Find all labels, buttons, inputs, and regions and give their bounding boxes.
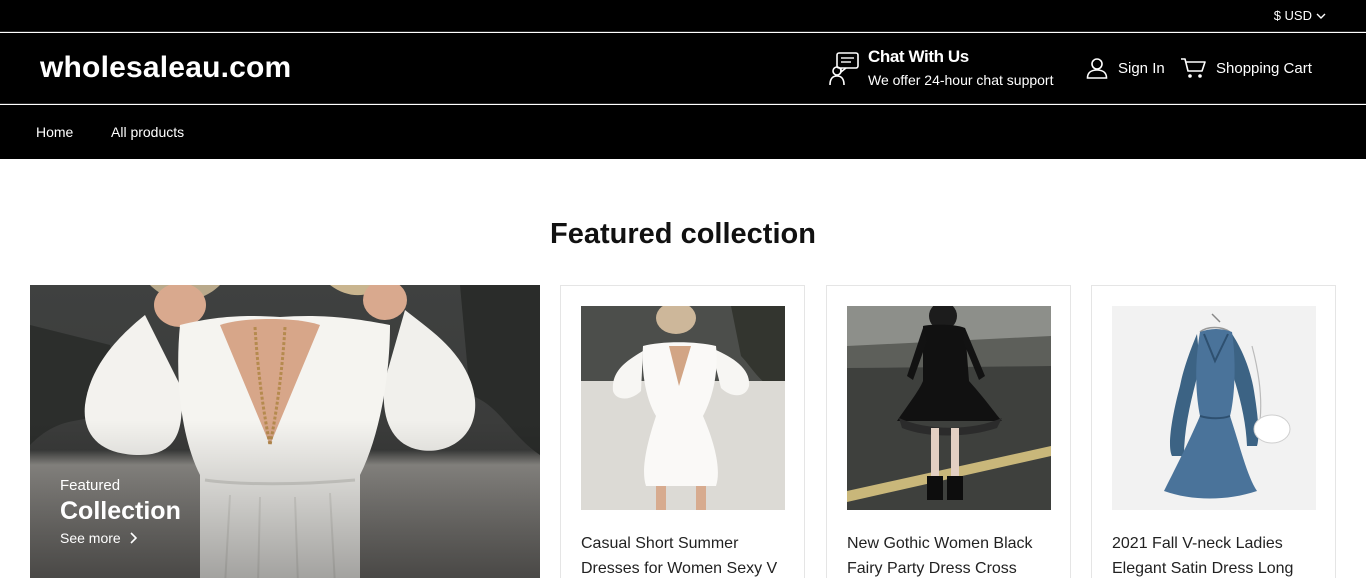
- currency-label: $ USD: [1273, 8, 1312, 23]
- shopping-cart-label: Shopping Cart: [1216, 59, 1312, 77]
- product-card[interactable]: 2021 Fall V-neck Ladies Elegant Satin Dr…: [1091, 285, 1336, 578]
- nav-item-all-products[interactable]: All products: [111, 124, 184, 140]
- product-card[interactable]: Casual Short Summer Dresses for Women Se…: [560, 285, 805, 578]
- product-image[interactable]: [1112, 306, 1316, 510]
- sign-in-link[interactable]: Sign In: [1086, 57, 1165, 79]
- chevron-right-icon: [130, 532, 137, 544]
- product-title[interactable]: New Gothic Women Black Fairy Party Dress…: [847, 531, 1057, 578]
- chat-with-us[interactable]: Chat With Us We offer 24-hour chat suppo…: [828, 47, 1053, 90]
- top-bar: $ USD: [0, 0, 1366, 32]
- chat-subtitle: We offer 24-hour chat support: [868, 72, 1054, 88]
- site-logo[interactable]: wholesaleau.com: [40, 51, 291, 85]
- product-title[interactable]: Casual Short Summer Dresses for Women Se…: [581, 531, 791, 578]
- featured-collection-banner[interactable]: Featured Collection See more: [30, 285, 540, 578]
- user-icon: [1086, 58, 1108, 79]
- cart-icon: [1181, 58, 1206, 78]
- chat-title: Chat With Us: [868, 47, 969, 66]
- product-card[interactable]: New Gothic Women Black Fairy Party Dress…: [826, 285, 1071, 578]
- nav-item-home[interactable]: Home: [36, 124, 73, 140]
- chat-support-icon: [829, 52, 859, 86]
- product-photo-white-dress: [581, 306, 785, 510]
- shopping-cart-link[interactable]: Shopping Cart: [1180, 57, 1312, 79]
- product-title[interactable]: 2021 Fall V-neck Ladies Elegant Satin Dr…: [1112, 531, 1322, 578]
- currency-selector[interactable]: $ USD: [1274, 8, 1326, 23]
- main-nav: Home All products: [0, 105, 1366, 159]
- product-image[interactable]: [581, 306, 785, 510]
- see-more-label: See more: [60, 530, 121, 546]
- product-photo-black-dress: [847, 306, 1051, 510]
- product-photo-blue-satin-dress: [1112, 306, 1316, 510]
- sign-in-label: Sign In: [1118, 59, 1165, 77]
- see-more-link[interactable]: See more: [60, 530, 181, 546]
- hero-title: Collection: [60, 497, 181, 525]
- chevron-down-icon: [1316, 13, 1326, 19]
- product-image[interactable]: [847, 306, 1051, 510]
- hero-kicker: Featured: [60, 477, 121, 494]
- hero-text: Featured Collection See more: [60, 477, 181, 546]
- site-header: wholesaleau.com Chat With Us We offer 24…: [0, 33, 1366, 104]
- section-title: Featured collection: [550, 218, 816, 250]
